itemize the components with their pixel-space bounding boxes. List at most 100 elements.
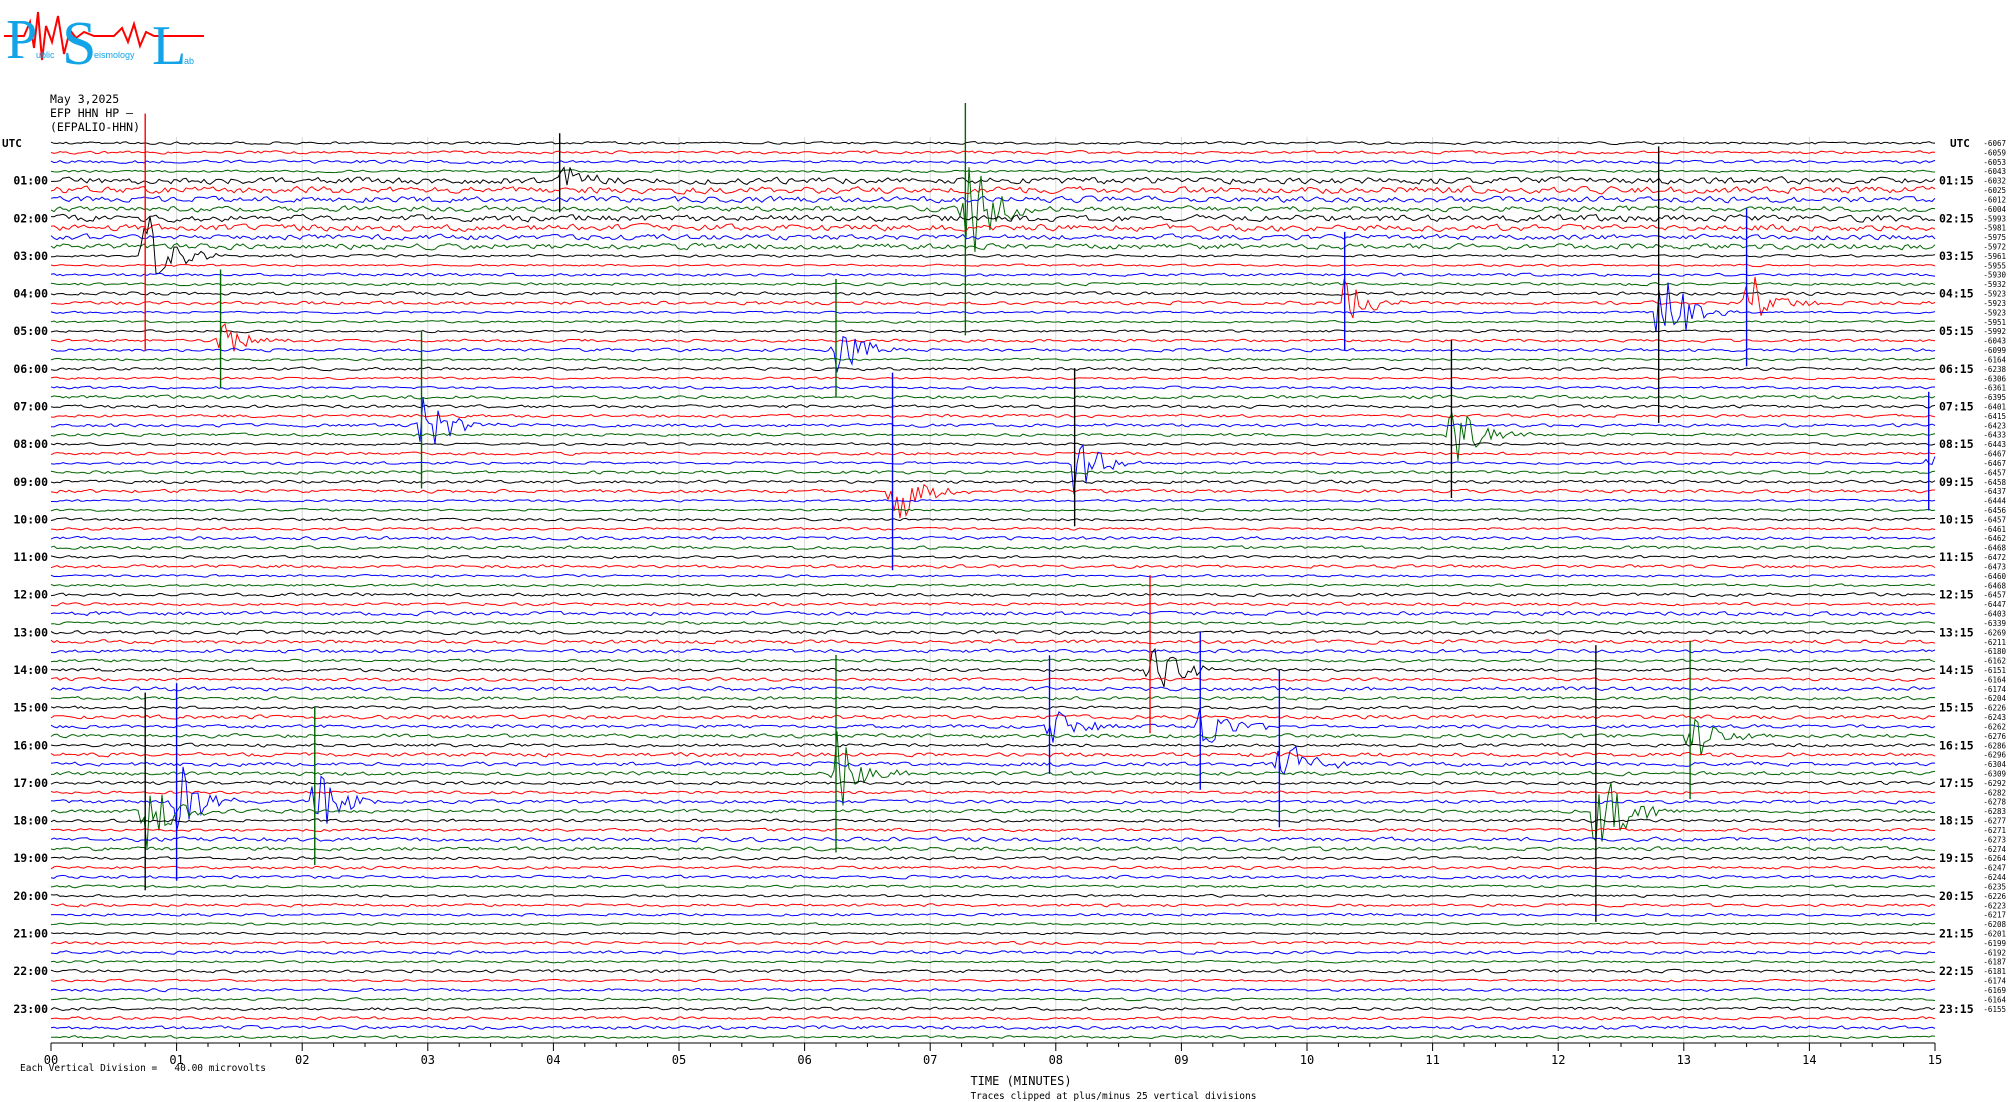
trace-value-label: -6226 [1983, 892, 2006, 901]
vertical-division-note: Each Vertical Division = 40.00 microvolt… [20, 1063, 266, 1074]
trace-line [50, 959, 1936, 964]
hour-label-left: 19:00 [13, 851, 48, 865]
trace-line [50, 335, 1936, 373]
hour-label-right: 22:15 [1939, 964, 1974, 978]
trace-value-label: -6151 [1983, 666, 2006, 675]
trace-value-label: -6155 [1983, 1005, 2006, 1014]
trace-line [50, 1015, 1936, 1021]
trace-line [50, 978, 1936, 983]
trace-line [50, 404, 1936, 409]
hour-label-right: 01:15 [1939, 174, 1974, 188]
trace-line [50, 366, 1936, 372]
trace-value-label: -6415 [1983, 412, 2006, 421]
minute-grid [176, 137, 1810, 1043]
trace-line [50, 272, 1936, 277]
hour-label-left: 02:00 [13, 211, 48, 225]
trace-line [51, 166, 1936, 186]
trace-line [50, 836, 1936, 843]
seismic-traces [50, 103, 1936, 1040]
trace-line [50, 1006, 1936, 1012]
trace-value-label: -6286 [1983, 741, 2006, 750]
x-tick-label: 11 [1425, 1053, 1439, 1067]
hour-label-left: 15:00 [13, 701, 48, 715]
trace-value-label: -5923 [1983, 308, 2006, 317]
hour-label-left: 06:00 [13, 362, 48, 376]
trace-value-label: -5930 [1983, 271, 2006, 280]
x-tick-label: 03 [421, 1053, 435, 1067]
utc-label-left: UTC [2, 137, 22, 150]
hour-label-left: 17:00 [13, 776, 48, 790]
trace-value-label: -6025 [1983, 186, 2006, 195]
trace-value-label: -6204 [1983, 694, 2006, 703]
trace-line [50, 718, 1936, 756]
trace-line [50, 319, 1936, 324]
hour-label-right: 18:15 [1939, 814, 1974, 828]
trace-line [50, 780, 1936, 786]
trace-value-label: -6187 [1983, 958, 2006, 967]
trace-line [50, 865, 1936, 870]
trace-line [50, 169, 1936, 174]
trace-value-label: -6292 [1983, 779, 2006, 788]
hour-label-left: 09:00 [13, 475, 48, 489]
trace-line [50, 442, 1936, 447]
hour-label-left: 18:00 [13, 814, 48, 828]
trace-value-label: -6235 [1983, 882, 2006, 891]
trace-value-label: -6032 [1983, 177, 2006, 186]
trace-line [50, 394, 1936, 400]
hour-label-left: 14:00 [13, 663, 48, 677]
trace-value-label: -6004 [1983, 205, 2006, 214]
trace-value-label: -6433 [1983, 431, 2006, 440]
trace-value-label: -6262 [1983, 722, 2006, 731]
hour-label-left: 08:00 [13, 437, 48, 451]
trace-line [50, 827, 1936, 833]
trace-value-label: -6403 [1983, 610, 2006, 619]
trace-value-label: -6457 [1983, 591, 2006, 600]
trace-line [51, 1035, 1936, 1040]
trace-line [50, 535, 1936, 541]
trace-line [50, 282, 1936, 333]
hour-label-right: 16:15 [1939, 738, 1974, 752]
trace-line [50, 263, 1936, 268]
trace-value-label: -5975 [1983, 233, 2006, 242]
hour-label-left: 20:00 [13, 889, 48, 903]
trace-value-label: -5923 [1983, 290, 2006, 299]
trace-value-label: -6467 [1983, 450, 2006, 459]
trace-line [50, 705, 1936, 710]
trace-value-label: -6043 [1983, 167, 2006, 176]
hour-label-right: 11:15 [1939, 550, 1974, 564]
trace-value-label: -6226 [1983, 704, 2006, 713]
hour-label-right: 04:15 [1939, 287, 1974, 301]
trace-line [50, 140, 1936, 146]
trace-value-label: -6467 [1983, 459, 2006, 468]
trace-line [50, 291, 1936, 297]
trace-value-label: -6162 [1983, 657, 2006, 666]
hour-label-right: 05:15 [1939, 324, 1974, 338]
hour-label-right: 15:15 [1939, 701, 1974, 715]
trace-line [50, 413, 1936, 419]
hour-label-right: 07:15 [1939, 399, 1974, 413]
trace-value-label: -6192 [1983, 948, 2006, 957]
hour-label-right: 14:15 [1939, 663, 1974, 677]
trace-value-label: -6283 [1983, 807, 2006, 816]
trace-line [50, 987, 1936, 993]
hour-label-right: 10:15 [1939, 512, 1974, 526]
trace-line [50, 731, 1936, 806]
trace-line [50, 818, 1936, 823]
x-tick-label: 12 [1551, 1053, 1565, 1067]
trace-value-label: -6309 [1983, 770, 2006, 779]
trace-line [50, 451, 1936, 456]
hour-label-left: 03:00 [13, 249, 48, 263]
trace-line [50, 479, 1936, 485]
trace-line [50, 884, 1936, 889]
trace-value-label: -5993 [1983, 214, 2006, 223]
helicorder-plot: 00 01 02 03 04 05 06 07 08 09 10 11 12 13 14 15UTC UTC01… [2, 103, 2006, 1067]
clip-note: Traces clipped at plus/minus 25 vertical… [970, 1091, 1257, 1102]
trace-value-label: -6211 [1983, 638, 2006, 647]
hour-label-right: 06:15 [1939, 362, 1974, 376]
trace-value-label: -6339 [1983, 619, 2006, 628]
hour-label-right: 08:15 [1939, 437, 1974, 451]
trace-value-label: -6012 [1983, 195, 2006, 204]
trace-line [51, 498, 1936, 503]
trace-value-label: -6164 [1983, 355, 2006, 364]
utc-label-right: UTC [1950, 137, 1970, 150]
